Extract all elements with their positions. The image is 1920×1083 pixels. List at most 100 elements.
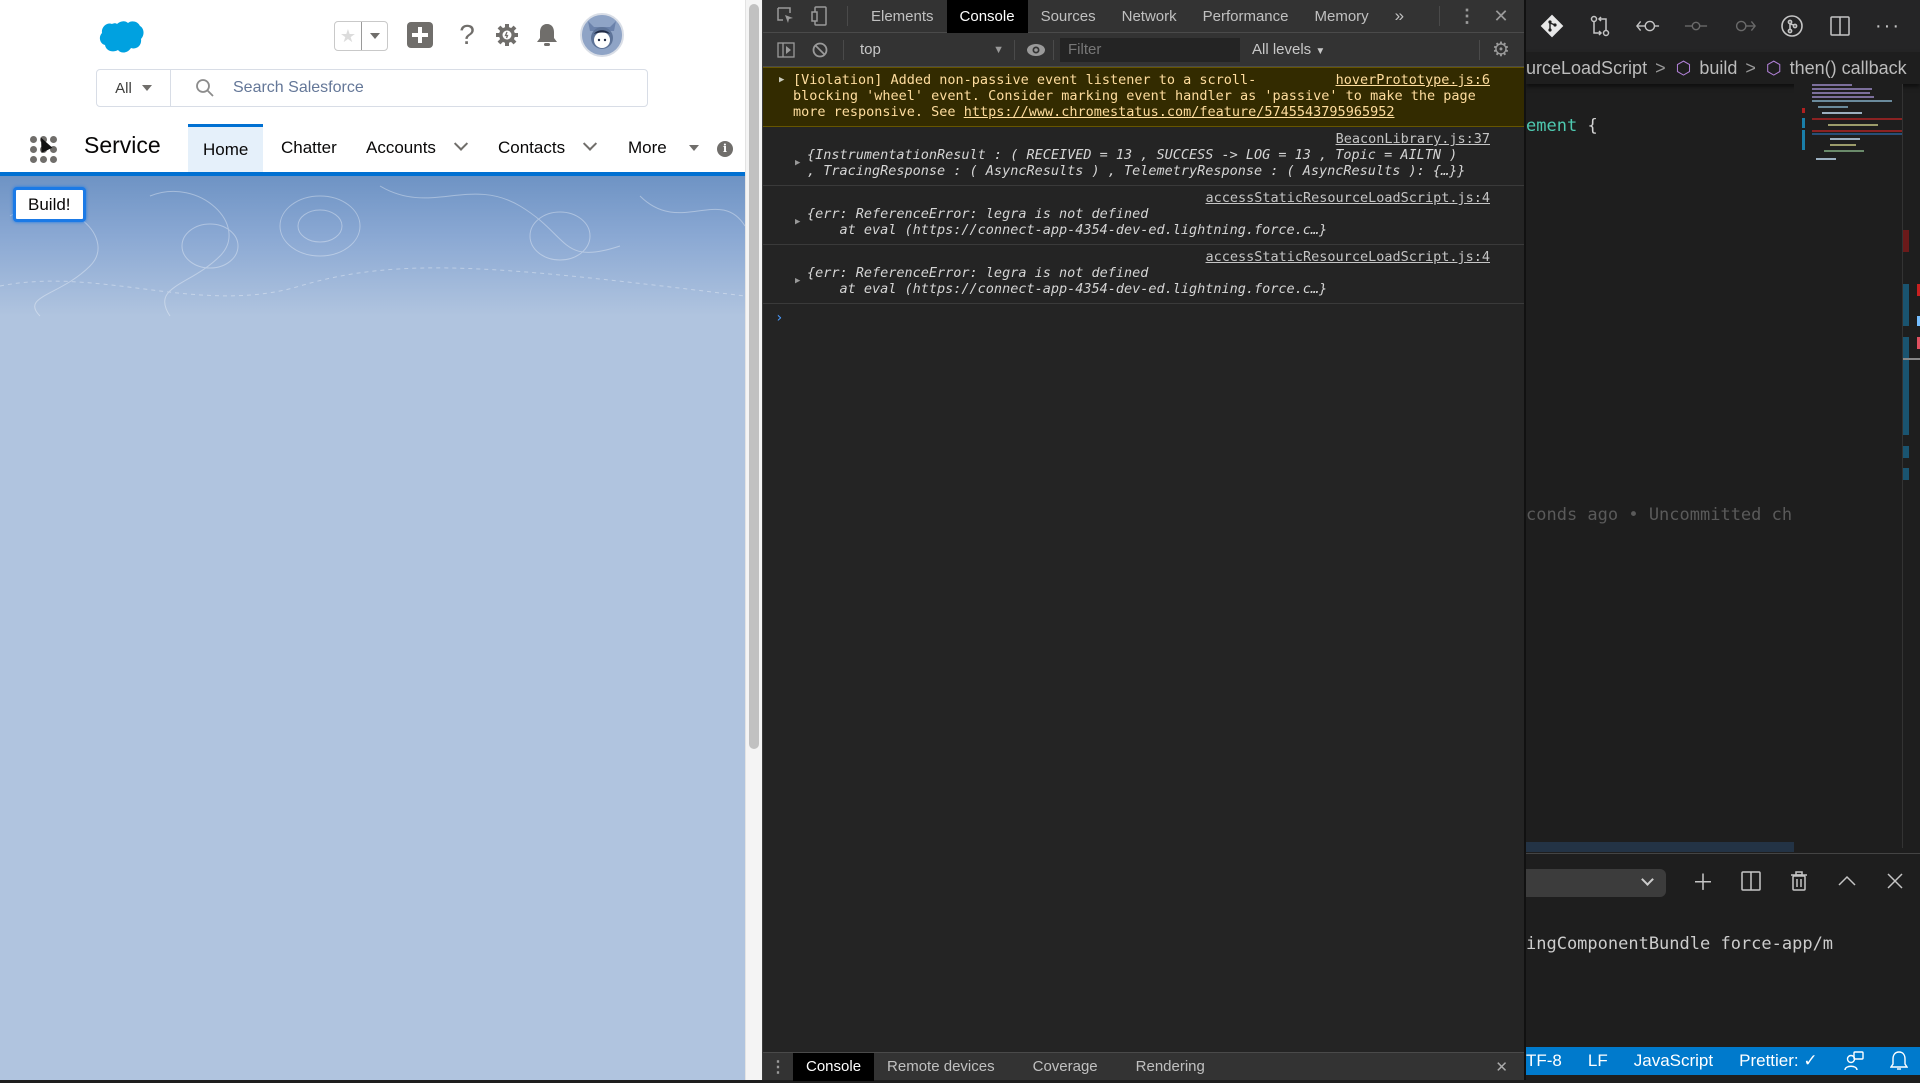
split-terminal-icon[interactable] bbox=[1739, 866, 1763, 896]
kebab-menu-icon[interactable]: ⋮ bbox=[1450, 0, 1484, 33]
clear-console-icon[interactable] bbox=[803, 33, 837, 66]
drawer-tab-console[interactable]: Console bbox=[793, 1052, 875, 1081]
chevron-down-icon[interactable] bbox=[583, 136, 598, 151]
breadcrumb-item[interactable]: urceLoadScript bbox=[1526, 58, 1647, 79]
more-actions-icon[interactable]: ··· bbox=[1875, 14, 1900, 38]
status-eol[interactable]: LF bbox=[1588, 1051, 1608, 1071]
kill-terminal-trash-icon[interactable] bbox=[1787, 866, 1811, 896]
nav-tab-contacts[interactable]: Contacts bbox=[498, 124, 598, 172]
scrollbar-thumb[interactable] bbox=[749, 4, 759, 749]
tab-console[interactable]: Console bbox=[946, 0, 1028, 33]
message-source-link[interactable]: accessStaticResourceLoadScript.js:4 bbox=[1206, 190, 1490, 206]
tab-network[interactable]: Network bbox=[1109, 0, 1190, 33]
drawer-tab-coverage[interactable]: Coverage bbox=[1008, 1053, 1123, 1081]
status-prettier[interactable]: Prettier: ✓ bbox=[1739, 1051, 1817, 1071]
console-settings-gear-icon[interactable]: ⚙ bbox=[1484, 33, 1518, 66]
chevron-down-icon[interactable] bbox=[453, 136, 469, 151]
nav-tab-more[interactable]: More bbox=[628, 124, 699, 172]
info-icon[interactable]: i bbox=[717, 141, 733, 157]
split-editor-icon[interactable] bbox=[1828, 14, 1852, 38]
message-source-link[interactable]: accessStaticResourceLoadScript.js:4 bbox=[1206, 249, 1490, 265]
notifications-bell-icon[interactable] bbox=[1889, 1051, 1908, 1071]
divider bbox=[847, 6, 848, 26]
drawer-tab-rendering[interactable]: Rendering bbox=[1123, 1053, 1218, 1081]
tab-elements[interactable]: Elements bbox=[858, 0, 947, 33]
expand-triangle-icon[interactable]: ▶ bbox=[795, 155, 800, 171]
log-levels-label: All levels bbox=[1252, 41, 1312, 58]
horizontal-scrollbar[interactable] bbox=[1526, 842, 1794, 852]
drawer-menu-icon[interactable]: ⋮ bbox=[763, 1050, 793, 1083]
user-avatar[interactable] bbox=[580, 13, 624, 57]
nav-tab-chatter[interactable]: Chatter bbox=[281, 124, 337, 172]
editor-scrollbar[interactable] bbox=[1902, 84, 1920, 848]
git-icon[interactable] bbox=[1540, 14, 1564, 38]
message-source-link[interactable]: BeaconLibrary.js:37 bbox=[1336, 131, 1490, 147]
console-message[interactable]: accessStaticResourceLoadScript.js:4 ▶ {e… bbox=[763, 186, 1524, 245]
tab-sources[interactable]: Sources bbox=[1028, 0, 1109, 33]
divider bbox=[1053, 39, 1054, 60]
console-message-violation[interactable]: hoverPrototype.js:6 ▶ [Violation] Added … bbox=[763, 67, 1524, 127]
plus-icon bbox=[407, 22, 433, 48]
help-icon[interactable]: ? bbox=[452, 19, 482, 50]
search-scope-label: All bbox=[115, 79, 132, 97]
context-value: top bbox=[860, 41, 881, 58]
commit-icon[interactable] bbox=[1684, 14, 1708, 38]
breadcrumb-item[interactable]: build bbox=[1699, 58, 1737, 79]
expand-triangle-icon[interactable]: ▶ bbox=[779, 72, 784, 88]
breadcrumb-item[interactable]: then() callback bbox=[1790, 58, 1907, 79]
search-scope-dropdown[interactable]: All bbox=[97, 70, 171, 106]
feedback-icon[interactable] bbox=[1843, 1051, 1864, 1071]
expand-triangle-icon[interactable]: ▶ bbox=[795, 214, 800, 230]
global-actions-button[interactable] bbox=[405, 20, 435, 50]
devtools-panel: Elements Console Sources Network Perform… bbox=[762, 0, 1524, 1083]
notifications-bell-icon[interactable] bbox=[532, 20, 562, 50]
go-back-commit-icon[interactable] bbox=[1636, 14, 1660, 38]
sidebar-toggle-icon[interactable] bbox=[769, 33, 803, 66]
close-panel-icon[interactable] bbox=[1883, 866, 1907, 896]
context-selector[interactable]: top ▼ bbox=[844, 41, 1014, 58]
page-scrollbar[interactable] bbox=[745, 0, 762, 1080]
terminal-output: ingComponentBundle force-app/m bbox=[1526, 934, 1834, 954]
code-line[interactable]: ement { bbox=[1526, 116, 1598, 136]
git-blame-annotation: conds ago • Uncommitted ch bbox=[1526, 505, 1793, 525]
maximize-panel-chevron-up-icon[interactable] bbox=[1835, 866, 1859, 896]
drawer-tab-remote-devices[interactable]: Remote devices bbox=[874, 1053, 1008, 1081]
favorites-group: ★ bbox=[334, 21, 388, 51]
salesforce-logo[interactable] bbox=[98, 20, 144, 54]
device-toolbar-icon[interactable] bbox=[803, 0, 837, 33]
nav-tab-home[interactable]: Home bbox=[188, 124, 264, 172]
log-levels-dropdown[interactable]: All levels ▼ bbox=[1252, 41, 1325, 58]
console-prompt[interactable]: › bbox=[763, 304, 1524, 332]
new-terminal-plus-icon[interactable]: ＋ bbox=[1691, 866, 1715, 896]
live-expression-eye-icon[interactable] bbox=[1019, 33, 1053, 66]
status-encoding[interactable]: TF-8 bbox=[1526, 1051, 1562, 1071]
gitlens-icon[interactable] bbox=[1780, 14, 1804, 38]
inspect-element-icon[interactable] bbox=[769, 0, 803, 33]
chevron-down-icon: ▼ bbox=[1315, 46, 1326, 57]
method-cube-icon: ⬡ bbox=[1675, 57, 1692, 78]
build-button[interactable]: Build! bbox=[13, 187, 86, 222]
tab-memory[interactable]: Memory bbox=[1302, 0, 1382, 33]
console-message[interactable]: accessStaticResourceLoadScript.js:4 ▶ {e… bbox=[763, 245, 1524, 304]
close-icon[interactable]: ✕ bbox=[1495, 1058, 1508, 1076]
search-input[interactable] bbox=[233, 79, 613, 97]
terminal-selector[interactable] bbox=[1526, 869, 1666, 897]
status-language[interactable]: JavaScript bbox=[1634, 1051, 1713, 1071]
chevron-down-icon bbox=[369, 33, 380, 39]
message-text: at eval (https://connect-app-4354-dev-ed… bbox=[807, 222, 1328, 238]
setup-gear-icon[interactable] bbox=[492, 20, 522, 50]
favorites-dropdown[interactable] bbox=[362, 22, 387, 50]
filter-input[interactable] bbox=[1060, 37, 1240, 62]
compare-changes-icon[interactable] bbox=[1588, 14, 1612, 38]
go-forward-commit-icon[interactable] bbox=[1732, 14, 1756, 38]
close-icon[interactable]: ✕ bbox=[1484, 0, 1518, 33]
minimap[interactable] bbox=[1794, 80, 1902, 844]
chromestatus-link[interactable]: https://www.chromestatus.com/feature/574… bbox=[964, 104, 1395, 120]
tab-performance[interactable]: Performance bbox=[1190, 0, 1302, 33]
favorites-star-icon[interactable]: ★ bbox=[335, 22, 362, 50]
console-message[interactable]: BeaconLibrary.js:37 ▶ {InstrumentationRe… bbox=[763, 127, 1524, 186]
global-search: All bbox=[96, 69, 648, 107]
more-tabs-icon[interactable]: » bbox=[1382, 0, 1417, 33]
expand-triangle-icon[interactable]: ▶ bbox=[795, 273, 800, 289]
nav-tab-accounts[interactable]: Accounts bbox=[366, 124, 469, 172]
